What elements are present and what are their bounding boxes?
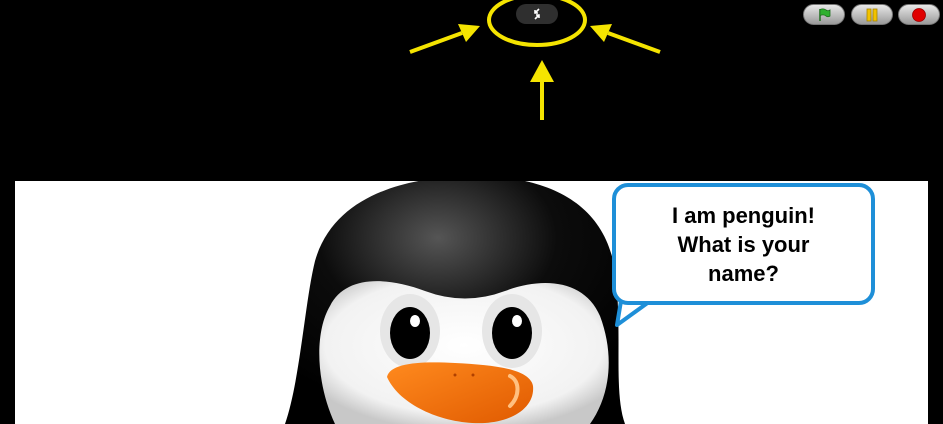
stage[interactable]: I am penguin! What is your name? <box>15 181 928 424</box>
arrow-up-icon <box>530 60 554 120</box>
speech-bubble: I am penguin! What is your name? <box>612 183 875 305</box>
annotation-overlay <box>409 0 661 120</box>
pause-button[interactable] <box>851 4 893 25</box>
stop-button[interactable] <box>898 4 940 25</box>
arrow-left-icon <box>409 24 480 54</box>
stop-icon <box>912 7 926 22</box>
green-flag-icon <box>819 7 831 21</box>
pause-icon <box>866 8 878 21</box>
green-flag-button[interactable] <box>803 4 845 25</box>
speech-bubble-text: I am penguin! What is your name? <box>672 202 815 286</box>
shrink-arrows-icon <box>534 8 540 20</box>
arrow-right-icon <box>590 24 661 54</box>
exit-fullscreen-button[interactable] <box>516 4 558 24</box>
